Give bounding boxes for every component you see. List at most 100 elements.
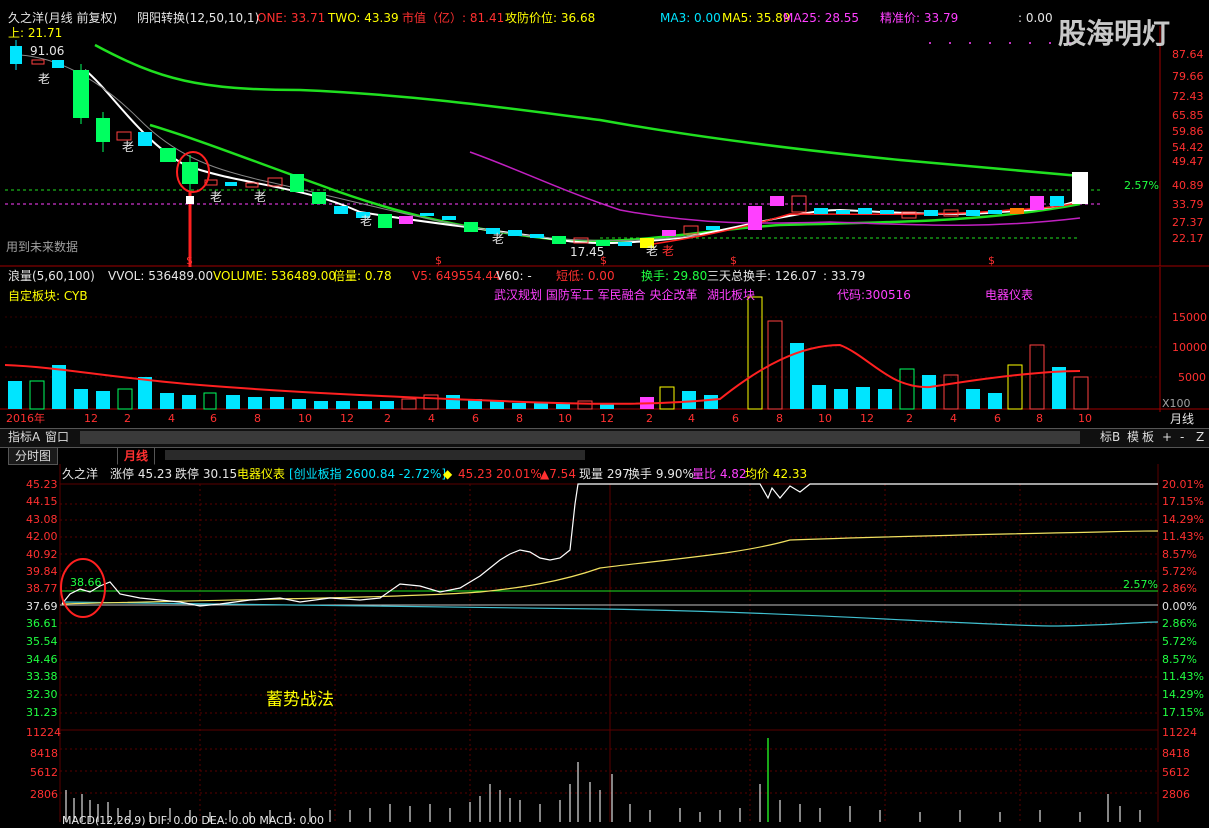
date-tick: 12 bbox=[340, 412, 354, 425]
vol-tick: 2806 bbox=[30, 788, 58, 801]
concepts: 武汉规划 国防军工 军民融合 央企改革 bbox=[494, 288, 698, 302]
circle-annotation: 38.66 bbox=[70, 576, 102, 589]
volume-ratio: 量比 4.82 bbox=[692, 467, 747, 481]
volume-panel[interactable]: 浪量(5,60,100) VVOL: 536489.00 VOLUME: 536… bbox=[0, 267, 1209, 427]
vol-tick-right: 11224 bbox=[1162, 726, 1197, 739]
macd-label: MACD(12,26,9) DIF: 0.00 DEA: 0.00 MACD: … bbox=[62, 814, 325, 827]
pct-tick: 14.29% bbox=[1162, 513, 1204, 526]
date-tick: 10 bbox=[298, 412, 312, 425]
kline-y-tick: 49.47 bbox=[1172, 155, 1204, 168]
price-tick: 42.00 bbox=[26, 530, 58, 543]
marker: 老 bbox=[254, 190, 267, 204]
kline-y-tick: 40.89 bbox=[1172, 179, 1204, 192]
date-tick: 12 bbox=[860, 412, 874, 425]
watermark: 股海明灯 bbox=[1058, 17, 1171, 50]
date-tick: 10 bbox=[558, 412, 572, 425]
minus-button[interactable]: - bbox=[1180, 429, 1184, 445]
vol-tick-right: 5612 bbox=[1162, 766, 1190, 779]
vol-tick-right: 8418 bbox=[1162, 747, 1190, 760]
kline-y-tick: 65.85 bbox=[1172, 109, 1204, 122]
period-label[interactable]: 月线 bbox=[1170, 412, 1194, 426]
date-tick: 8 bbox=[776, 412, 783, 425]
price-tick: 37.69 bbox=[26, 600, 58, 613]
volume-y-tick: 10000 bbox=[1172, 341, 1207, 354]
marker: 老 bbox=[646, 244, 659, 258]
region-sector: 湖北板块 bbox=[707, 288, 756, 302]
pct-line-label: 2.57% bbox=[1123, 578, 1158, 591]
date-tick: 8 bbox=[254, 412, 261, 425]
indicator-toolbar bbox=[0, 428, 1209, 448]
kline-y-tick: 72.43 bbox=[1172, 90, 1204, 103]
price-tick: 39.84 bbox=[26, 565, 58, 578]
price-tick: 33.38 bbox=[26, 670, 58, 683]
date-tick: 12 bbox=[84, 412, 98, 425]
date-tick: 2 bbox=[384, 412, 391, 425]
date-tick: 8 bbox=[516, 412, 523, 425]
pct-tick: 0.00% bbox=[1162, 600, 1197, 613]
buy-mark: $ bbox=[600, 254, 607, 267]
dot-value: : 33.79 bbox=[823, 269, 866, 283]
volume-value: VOLUME: 536489.00 bbox=[213, 269, 336, 283]
price-tick: 36.61 bbox=[26, 617, 58, 630]
panel-button[interactable]: 板 bbox=[1142, 429, 1154, 445]
strategy-label: 蓄势战法 bbox=[266, 690, 334, 710]
date-tick: 6 bbox=[472, 412, 479, 425]
index-label: [创业板指 2600.84 -2.72%] bbox=[289, 467, 447, 481]
indicator-a-button[interactable]: 指标A bbox=[8, 429, 40, 445]
market-cap: 市值（亿）: 81.41 bbox=[402, 11, 505, 25]
average-price: 均价 42.33 bbox=[745, 467, 808, 481]
volume-y-tick: 5000 bbox=[1178, 371, 1206, 384]
kline-y-tick: 33.79 bbox=[1172, 198, 1204, 211]
pct-tick: 2.86% bbox=[1162, 582, 1197, 595]
marker: 老 bbox=[662, 244, 675, 258]
v60-value: V60: - bbox=[496, 269, 532, 283]
future-data-note: 用到未来数据 bbox=[6, 240, 79, 254]
date-tick: 6 bbox=[994, 412, 1001, 425]
indicator-name[interactable]: 阴阳转换(12,50,10,1) bbox=[137, 11, 259, 25]
short-low-value: 短低: 0.00 bbox=[556, 269, 615, 283]
kline-panel[interactable]: 久之洋(月线 前复权) 阴阳转换(12,50,10,1) ONE: 33.71 … bbox=[0, 0, 1209, 267]
price-tick: 44.15 bbox=[26, 495, 58, 508]
volume-unit: X100 bbox=[1162, 397, 1191, 410]
template-button[interactable]: 模 bbox=[1127, 429, 1139, 445]
industry: 电器仪表 bbox=[985, 288, 1034, 302]
window-button[interactable]: 窗口 bbox=[45, 429, 69, 445]
pct-tick: 8.57% bbox=[1162, 653, 1197, 666]
blurred-tabs bbox=[80, 431, 1080, 444]
kline-y-tick: 87.64 bbox=[1172, 48, 1204, 61]
plus-button[interactable]: + bbox=[1162, 429, 1172, 445]
ratio-value: 倍量: 0.78 bbox=[333, 269, 392, 283]
ma5-value: MA5: 35.89 bbox=[722, 11, 791, 25]
marker: 老 bbox=[210, 190, 223, 204]
turnover-value: 换手: 29.80 bbox=[641, 269, 708, 283]
intraday-panel[interactable]: 久之洋 涨停 45.23 跌停 30.15 电器仪表 [创业板指 2600.84… bbox=[0, 464, 1209, 827]
now-volume: 现量 297 bbox=[579, 467, 630, 481]
buy-mark: $ bbox=[186, 254, 193, 267]
pct-tick: 2.86% bbox=[1162, 617, 1197, 630]
date-tick: 2 bbox=[906, 412, 913, 425]
tab-monthly[interactable]: 月线 bbox=[117, 447, 156, 465]
up-label: 上: 21.71 bbox=[8, 26, 63, 40]
tab-intraday[interactable]: 分时图 bbox=[8, 447, 59, 465]
marker: 老 bbox=[360, 214, 373, 228]
board-button[interactable]: 标B bbox=[1100, 429, 1120, 445]
date-tick: 10 bbox=[1078, 412, 1092, 425]
kline-pct-label: 2.57% bbox=[1124, 179, 1159, 192]
date-tick: 2 bbox=[124, 412, 131, 425]
kline-y-tick: 22.17 bbox=[1172, 232, 1204, 245]
precise-price: 精准价: 33.79 bbox=[880, 11, 959, 25]
three-day-turnover: 三天总换手: 126.07 bbox=[707, 269, 817, 283]
industry-label: 电器仪表 bbox=[237, 467, 286, 481]
z-button[interactable]: Z bbox=[1196, 429, 1204, 445]
zero-value: : 0.00 bbox=[1018, 11, 1053, 25]
price-tick: 31.23 bbox=[26, 706, 58, 719]
intraday-chart bbox=[59, 464, 1159, 822]
price-change: ▲7.54 bbox=[540, 467, 576, 481]
current-price: 45.23 bbox=[458, 467, 493, 481]
price-tick: 35.54 bbox=[26, 635, 58, 648]
high-price-label: 91.06 bbox=[30, 44, 65, 58]
price-tick: 40.92 bbox=[26, 548, 58, 561]
ma3-value: MA3: 0.00 bbox=[660, 11, 721, 25]
volume-indicator-name[interactable]: 浪量(5,60,100) bbox=[8, 269, 95, 283]
price-tick: 43.08 bbox=[26, 513, 58, 526]
